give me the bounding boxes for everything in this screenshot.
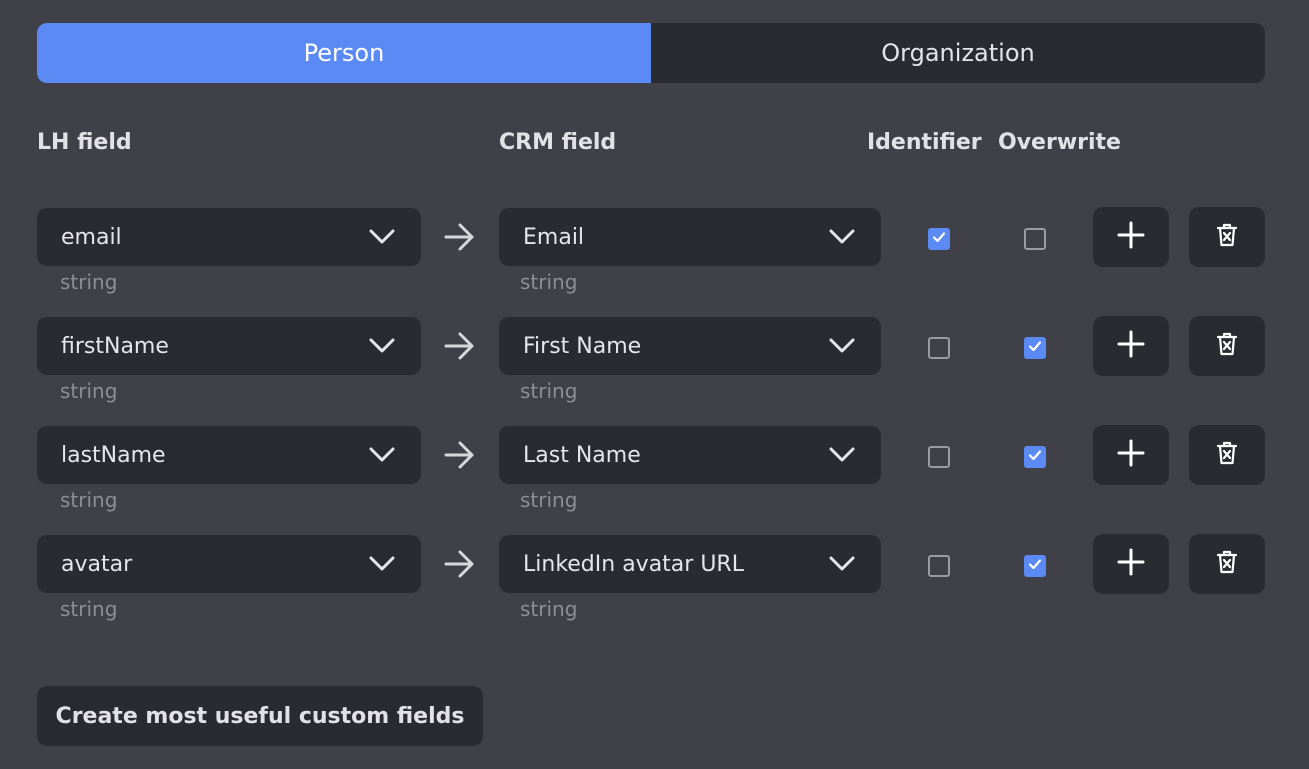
crm-field-select[interactable]: Last Name [499,426,881,484]
mapping-row: lastName string Last Name string [0,425,1309,526]
crm-field-select[interactable]: Email [499,208,881,266]
crm-field-value: First Name [523,333,642,359]
crm-field-value: LinkedIn avatar URL [523,551,744,577]
lh-field-type: string [60,270,118,294]
overwrite-header: Overwrite [998,130,1121,155]
plus-icon [1117,330,1145,362]
crm-field-value: Email [523,224,585,250]
lh-field-select[interactable]: lastName [37,426,421,484]
arrow-right-icon [444,331,476,361]
add-mapping-button[interactable] [1093,534,1169,594]
overwrite-checkbox[interactable] [1024,228,1046,250]
lh-field-type: string [60,488,118,512]
create-custom-fields-button[interactable]: Create most useful custom fields [37,686,483,746]
lh-field-type: string [60,597,118,621]
delete-mapping-button[interactable] [1189,534,1265,594]
lh-field-header: LH field [37,130,132,155]
identifier-checkbox[interactable] [928,555,950,577]
overwrite-checkbox[interactable] [1024,446,1046,468]
check-icon [1027,556,1043,576]
plus-icon [1117,221,1145,253]
crm-field-select[interactable]: LinkedIn avatar URL [499,535,881,593]
check-icon [931,229,947,249]
trash-icon [1216,331,1238,361]
tab-organization[interactable]: Organization [651,23,1265,83]
crm-field-type: string [520,597,578,621]
mapping-row: avatar string LinkedIn avatar URL string [0,534,1309,635]
crm-field-mapping: Person Organization LH field CRM field I… [0,0,1309,769]
overwrite-checkbox[interactable] [1024,555,1046,577]
crm-field-select[interactable]: First Name [499,317,881,375]
trash-icon [1216,440,1238,470]
mapping-row: email string Email string [0,207,1309,308]
crm-field-value: Last Name [523,442,641,468]
arrow-right-icon [444,549,476,579]
lh-field-select[interactable]: firstName [37,317,421,375]
identifier-checkbox[interactable] [928,446,950,468]
check-icon [1027,447,1043,467]
arrow-right-icon [444,222,476,252]
crm-field-type: string [520,379,578,403]
delete-mapping-button[interactable] [1189,425,1265,485]
arrow-right-icon [444,440,476,470]
add-mapping-button[interactable] [1093,425,1169,485]
lh-field-value: firstName [61,333,169,359]
crm-field-header: CRM field [499,130,617,155]
mapping-row: firstName string First Name string [0,316,1309,417]
plus-icon [1117,439,1145,471]
tab-person[interactable]: Person [37,23,651,83]
lh-field-value: avatar [61,551,133,577]
trash-icon [1216,222,1238,252]
lh-field-select[interactable]: email [37,208,421,266]
lh-field-value: email [61,224,122,250]
crm-field-type: string [520,488,578,512]
delete-mapping-button[interactable] [1189,207,1265,267]
check-icon [1027,338,1043,358]
crm-field-type: string [520,270,578,294]
identifier-header: Identifier [867,130,982,155]
delete-mapping-button[interactable] [1189,316,1265,376]
overwrite-checkbox[interactable] [1024,337,1046,359]
add-mapping-button[interactable] [1093,207,1169,267]
add-mapping-button[interactable] [1093,316,1169,376]
trash-icon [1216,549,1238,579]
lh-field-value: lastName [61,442,166,468]
lh-field-select[interactable]: avatar [37,535,421,593]
identifier-checkbox[interactable] [928,228,950,250]
plus-icon [1117,548,1145,580]
lh-field-type: string [60,379,118,403]
identifier-checkbox[interactable] [928,337,950,359]
entity-tabs: Person Organization [37,23,1265,83]
